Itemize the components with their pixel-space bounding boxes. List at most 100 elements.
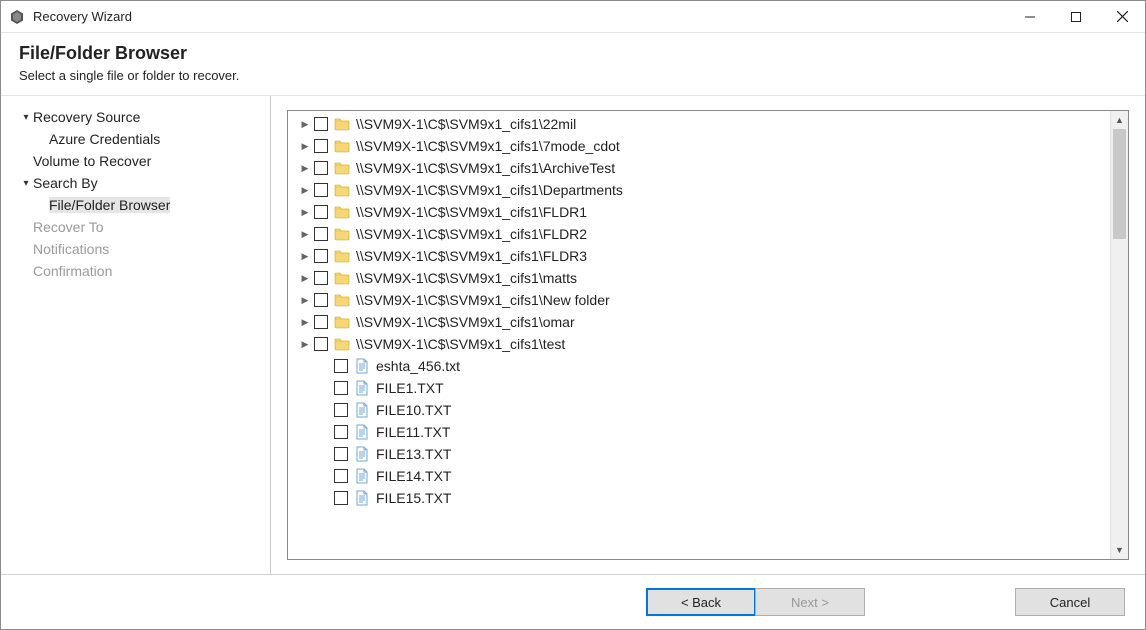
tree-row-label: \\SVM9X-1\C$\SVM9x1_cifs1\matts xyxy=(356,270,577,286)
tree-checkbox[interactable] xyxy=(334,447,348,461)
scroll-down-button[interactable]: ▼ xyxy=(1111,541,1128,559)
nav-azure-credentials[interactable]: Azure Credentials xyxy=(1,128,270,150)
tree-row[interactable]: ▶FILE10.TXT xyxy=(292,399,1108,421)
wizard-nav-sidebar: ▾ Recovery Source Azure Credentials Volu… xyxy=(1,96,271,574)
chevron-right-icon[interactable]: ▶ xyxy=(298,229,312,240)
nav-search-by[interactable]: ▾ Search By xyxy=(1,172,270,194)
nav-confirmation: Confirmation xyxy=(1,260,270,282)
tree-row[interactable]: ▶FILE15.TXT xyxy=(292,487,1108,509)
nav-volume-to-recover[interactable]: Volume to Recover xyxy=(1,150,270,172)
tree-checkbox[interactable] xyxy=(334,491,348,505)
tree-row-label: \\SVM9X-1\C$\SVM9x1_cifs1\22mil xyxy=(356,116,576,132)
tree-checkbox[interactable] xyxy=(334,425,348,439)
nav-file-folder-browser[interactable]: File/Folder Browser xyxy=(1,194,270,216)
page-title: File/Folder Browser xyxy=(19,43,1127,64)
tree-checkbox[interactable] xyxy=(314,249,328,263)
tree-row[interactable]: ▶\\SVM9X-1\C$\SVM9x1_cifs1\FLDR2 xyxy=(292,223,1108,245)
tree-checkbox[interactable] xyxy=(334,359,348,373)
folder-icon xyxy=(334,270,350,286)
tree-checkbox[interactable] xyxy=(314,337,328,351)
chevron-right-icon[interactable]: ▶ xyxy=(298,119,312,130)
tree-checkbox[interactable] xyxy=(314,183,328,197)
folder-icon xyxy=(334,248,350,264)
folder-icon xyxy=(334,292,350,308)
chevron-down-icon: ▾ xyxy=(19,112,33,123)
tree-row[interactable]: ▶FILE14.TXT xyxy=(292,465,1108,487)
minimize-button[interactable] xyxy=(1007,1,1053,33)
nav-recovery-source[interactable]: ▾ Recovery Source xyxy=(1,106,270,128)
scroll-thumb[interactable] xyxy=(1113,129,1126,239)
tree-checkbox[interactable] xyxy=(314,293,328,307)
close-button[interactable] xyxy=(1099,1,1145,33)
tree-row-label: FILE15.TXT xyxy=(376,490,451,506)
tree-row-label: FILE10.TXT xyxy=(376,402,451,418)
scroll-up-button[interactable]: ▲ xyxy=(1111,111,1128,129)
back-button[interactable]: < Back xyxy=(646,588,756,616)
file-icon xyxy=(354,468,370,484)
cancel-button[interactable]: Cancel xyxy=(1015,588,1125,616)
chevron-right-icon[interactable]: ▶ xyxy=(298,273,312,284)
nav-recover-to: Recover To xyxy=(1,216,270,238)
file-icon xyxy=(354,446,370,462)
tree-row[interactable]: ▶ \\SVM9X-1\C$\SVM9x1_cifs1\FLDR3 xyxy=(292,245,1108,267)
file-icon xyxy=(354,402,370,418)
folder-icon xyxy=(334,314,350,330)
tree-row-label: \\SVM9X-1\C$\SVM9x1_cifs1\7mode_cdot xyxy=(356,138,620,154)
chevron-right-icon[interactable]: ▶ xyxy=(298,185,312,196)
tree-checkbox[interactable] xyxy=(314,271,328,285)
file-folder-tree[interactable]: ▶\\SVM9X-1\C$\SVM9x1_cifs1\22mil▶\\SVM9X… xyxy=(287,110,1129,560)
tree-checkbox[interactable] xyxy=(314,117,328,131)
maximize-button[interactable] xyxy=(1053,1,1099,33)
folder-icon xyxy=(334,160,350,176)
tree-row-label: \\SVM9X-1\C$\SVM9x1_cifs1\ArchiveTest xyxy=(356,160,615,176)
tree-checkbox[interactable] xyxy=(314,315,328,329)
chevron-right-icon[interactable]: ▶ xyxy=(298,141,312,152)
tree-row[interactable]: ▶eshta_456.txt xyxy=(292,355,1108,377)
chevron-right-icon[interactable]: ▶ xyxy=(298,207,312,218)
tree-row-label: FILE1.TXT xyxy=(376,380,444,396)
chevron-right-icon[interactable]: ▶ xyxy=(298,251,312,262)
file-icon xyxy=(354,380,370,396)
tree-row[interactable]: ▶ \\SVM9X-1\C$\SVM9x1_cifs1\22mil xyxy=(292,113,1108,135)
next-button: Next > xyxy=(755,588,865,616)
tree-row[interactable]: ▶FILE1.TXT xyxy=(292,377,1108,399)
tree-row-label: \\SVM9X-1\C$\SVM9x1_cifs1\omar xyxy=(356,314,575,330)
tree-checkbox[interactable] xyxy=(314,205,328,219)
tree-row[interactable]: ▶ \\SVM9X-1\C$\SVM9x1_cifs1\New folder xyxy=(292,289,1108,311)
tree-checkbox[interactable] xyxy=(334,381,348,395)
tree-checkbox[interactable] xyxy=(314,161,328,175)
chevron-right-icon[interactable]: ▶ xyxy=(298,295,312,306)
tree-row[interactable]: ▶FILE13.TXT xyxy=(292,443,1108,465)
folder-icon xyxy=(334,226,350,242)
tree-row-label: \\SVM9X-1\C$\SVM9x1_cifs1\FLDR3 xyxy=(356,248,587,264)
tree-row[interactable]: ▶ \\SVM9X-1\C$\SVM9x1_cifs1\Departments xyxy=(292,179,1108,201)
chevron-right-icon[interactable]: ▶ xyxy=(298,317,312,328)
vertical-scrollbar[interactable]: ▲ ▼ xyxy=(1110,111,1128,559)
wizard-footer: < Back Next > Cancel xyxy=(1,575,1145,629)
titlebar: Recovery Wizard xyxy=(1,1,1145,33)
tree-row-label: eshta_456.txt xyxy=(376,358,460,374)
chevron-right-icon[interactable]: ▶ xyxy=(298,339,312,350)
chevron-right-icon[interactable]: ▶ xyxy=(298,163,312,174)
chevron-down-icon: ▾ xyxy=(19,178,33,189)
tree-row[interactable]: ▶FILE11.TXT xyxy=(292,421,1108,443)
tree-checkbox[interactable] xyxy=(334,469,348,483)
tree-row[interactable]: ▶ \\SVM9X-1\C$\SVM9x1_cifs1\7mode_cdot xyxy=(292,135,1108,157)
tree-row-label: FILE13.TXT xyxy=(376,446,451,462)
tree-row[interactable]: ▶ \\SVM9X-1\C$\SVM9x1_cifs1\omar xyxy=(292,311,1108,333)
tree-row-label: \\SVM9X-1\C$\SVM9x1_cifs1\Departments xyxy=(356,182,623,198)
file-icon xyxy=(354,490,370,506)
tree-row[interactable]: ▶ \\SVM9X-1\C$\SVM9x1_cifs1\test xyxy=(292,333,1108,355)
tree-row[interactable]: ▶\\SVM9X-1\C$\SVM9x1_cifs1\FLDR1 xyxy=(292,201,1108,223)
tree-row[interactable]: ▶ \\SVM9X-1\C$\SVM9x1_cifs1\ArchiveTest xyxy=(292,157,1108,179)
tree-row-label: \\SVM9X-1\C$\SVM9x1_cifs1\test xyxy=(356,336,565,352)
folder-icon xyxy=(334,336,350,352)
tree-checkbox[interactable] xyxy=(314,227,328,241)
tree-checkbox[interactable] xyxy=(314,139,328,153)
file-icon xyxy=(354,358,370,374)
tree-row[interactable]: ▶ \\SVM9X-1\C$\SVM9x1_cifs1\matts xyxy=(292,267,1108,289)
tree-row-label: \\SVM9X-1\C$\SVM9x1_cifs1\New folder xyxy=(356,292,610,308)
tree-checkbox[interactable] xyxy=(334,403,348,417)
app-icon xyxy=(9,9,25,25)
folder-icon xyxy=(334,204,350,220)
